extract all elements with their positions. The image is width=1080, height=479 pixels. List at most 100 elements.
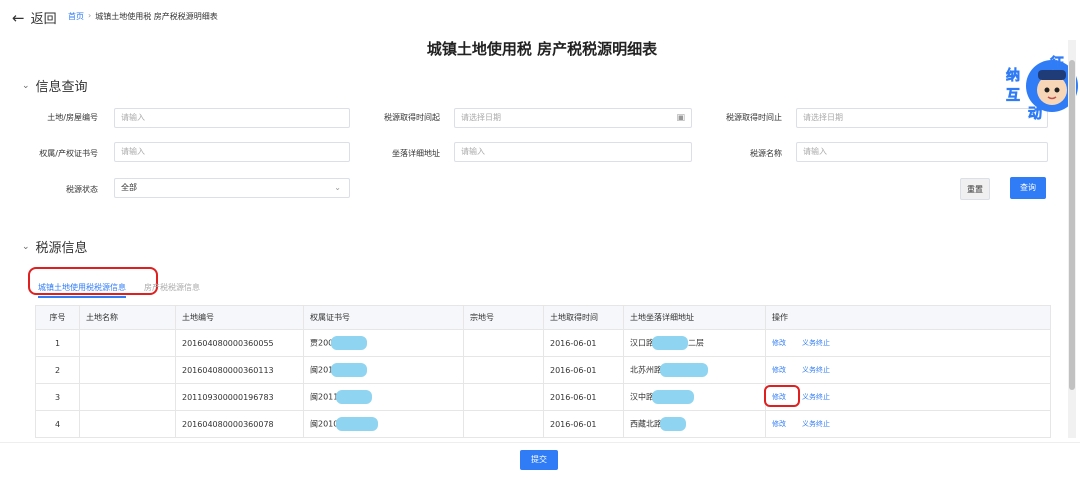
- top-bar: ← 返回 首页 › 城镇土地使用税 房产税税源明细表: [0, 0, 1080, 32]
- cell-address: 汉中路: [623, 383, 766, 411]
- tax-name-input[interactable]: 请输入: [796, 142, 1048, 162]
- cell-land-name: [79, 356, 176, 384]
- cell-date: 2016-06-01: [543, 410, 624, 438]
- arrow-left-icon: ←: [12, 8, 25, 27]
- tab-bar: 城镇土地使用税税源信息 房产税税源信息: [38, 278, 200, 298]
- start-date-picker[interactable]: 请选择日期 ▣: [454, 108, 692, 128]
- cell-actions: 修改 义务终止: [765, 356, 1051, 384]
- query-section-header[interactable]: ⌄ 信息查询: [22, 76, 88, 95]
- col-index: 序号: [35, 305, 80, 330]
- land-house-no-label: 土地/房屋编号: [47, 113, 98, 122]
- cell-actions: 修改 义务终止: [765, 410, 1051, 438]
- main-panel: 城镇土地使用税 房产税税源明细表 ⌄ 信息查询 土地/房屋编号 请输入 税源取得…: [18, 32, 1066, 442]
- col-acquire-date: 土地取得时间: [543, 305, 624, 330]
- info-section-header[interactable]: ⌄ 税源信息: [22, 237, 88, 256]
- mascot-icon: 征 纳 互 动: [1006, 55, 1078, 122]
- cell-cert-no: 闽2010: [303, 410, 464, 438]
- tax-name-label: 税源名称: [750, 149, 782, 158]
- cell-land-name: [79, 329, 176, 357]
- table-row: 2 201604080000360113 闽201 2016-06-01 北苏州…: [35, 356, 1051, 384]
- cell-plot-no: [463, 410, 544, 438]
- redacted-mask: [336, 390, 373, 404]
- mascot-char: 动: [1028, 105, 1042, 122]
- breadcrumb-home[interactable]: 首页: [68, 11, 84, 22]
- tax-source-table: 序号 土地名称 土地编号 权属证书号 宗地号 土地取得时间 土地坐落详细地址 操…: [35, 305, 1051, 438]
- edit-link[interactable]: 修改: [772, 366, 786, 374]
- mascot-char: 互: [1006, 88, 1020, 104]
- cell-actions: 修改 义务终止: [765, 329, 1051, 357]
- cell-land-name: [79, 410, 176, 438]
- cell-actions: 修改 义务终止: [765, 383, 1051, 411]
- cell-plot-no: [463, 329, 544, 357]
- cell-cert-no: 贾200: [303, 329, 464, 357]
- address-input[interactable]: 请输入: [454, 142, 692, 162]
- end-date-label: 税源取得时间止: [726, 113, 782, 122]
- cell-date: 2016-06-01: [543, 329, 624, 357]
- mascot-char: 征: [1050, 55, 1064, 72]
- mascot-badge[interactable]: 征 纳 互 动: [1002, 52, 1078, 124]
- redacted-mask: [652, 390, 694, 404]
- page-title: 城镇土地使用税 房产税税源明细表: [426, 40, 658, 58]
- redacted-mask: [660, 363, 708, 377]
- cell-date: 2016-06-01: [543, 356, 624, 384]
- redacted-mask: [336, 417, 379, 431]
- status-select[interactable]: 全部 ⌄: [114, 178, 350, 198]
- cell-index: 3: [35, 383, 80, 411]
- reset-button[interactable]: 重置: [960, 178, 990, 200]
- scrollbar-thumb[interactable]: [1069, 60, 1075, 390]
- status-label: 税源状态: [66, 185, 98, 194]
- edit-link[interactable]: 修改: [772, 420, 786, 428]
- col-cert-no: 权属证书号: [303, 305, 464, 330]
- submit-button[interactable]: 提交: [520, 450, 558, 470]
- table-row: 1 201604080000360055 贾200 2016-06-01 汉口路…: [35, 329, 1051, 357]
- address-label: 坐落详细地址: [392, 149, 440, 158]
- chevron-down-icon: ⌄: [22, 241, 30, 252]
- redacted-mask: [652, 336, 688, 350]
- back-button[interactable]: ← 返回: [12, 8, 57, 28]
- col-plot-no: 宗地号: [463, 305, 544, 330]
- cell-plot-no: [463, 383, 544, 411]
- terminate-link[interactable]: 义务终止: [802, 339, 830, 347]
- cell-address: 北苏州路: [623, 356, 766, 384]
- cell-index: 2: [35, 356, 80, 384]
- table-row: 4 201604080000360078 闽2010 2016-06-01 西藏…: [35, 410, 1051, 438]
- info-section-title: 税源信息: [35, 241, 88, 256]
- start-date-label: 税源取得时间起: [384, 113, 440, 122]
- query-section-title: 信息查询: [35, 80, 88, 95]
- query-button[interactable]: 查询: [1010, 177, 1046, 199]
- terminate-link[interactable]: 义务终止: [802, 420, 830, 428]
- col-address: 土地坐落详细地址: [623, 305, 766, 330]
- cell-date: 2016-06-01: [543, 383, 624, 411]
- redacted-mask: [660, 417, 686, 431]
- mascot-char: 纳: [1006, 67, 1020, 84]
- cell-cert-no: 闽201: [303, 356, 464, 384]
- terminate-link[interactable]: 义务终止: [802, 366, 830, 374]
- edit-highlight-annotation: [764, 385, 800, 407]
- back-label: 返回: [30, 12, 57, 27]
- table-header-row: 序号 土地名称 土地编号 权属证书号 宗地号 土地取得时间 土地坐落详细地址 操…: [35, 305, 1051, 330]
- cert-no-input[interactable]: 请输入: [114, 142, 350, 162]
- cell-index: 1: [35, 329, 80, 357]
- breadcrumb-current: 城镇土地使用税 房产税税源明细表: [95, 12, 218, 21]
- breadcrumb-separator-icon: ›: [88, 11, 92, 20]
- tab-land-use-tax[interactable]: 城镇土地使用税税源信息: [38, 278, 126, 298]
- table-row: 3 201109300000196783 闽2011 2016-06-01 汉中…: [35, 383, 1051, 411]
- tab-property-tax[interactable]: 房产税税源信息: [144, 278, 200, 298]
- cell-land-no: 201109300000196783: [175, 383, 304, 411]
- cell-cert-no: 闽2011: [303, 383, 464, 411]
- calendar-icon: ▣: [676, 113, 685, 123]
- cell-index: 4: [35, 410, 80, 438]
- breadcrumb: 首页 › 城镇土地使用税 房产税税源明细表: [68, 11, 218, 22]
- terminate-link[interactable]: 义务终止: [802, 393, 830, 401]
- land-house-no-input[interactable]: 请输入: [114, 108, 350, 128]
- cell-land-no: 201604080000360078: [175, 410, 304, 438]
- redacted-mask: [331, 363, 368, 377]
- cell-address: 汉口路 二层: [623, 329, 766, 357]
- cell-plot-no: [463, 356, 544, 384]
- cell-land-name: [79, 383, 176, 411]
- col-land-no: 土地编号: [175, 305, 304, 330]
- edit-link[interactable]: 修改: [772, 339, 786, 347]
- col-land-name: 土地名称: [79, 305, 176, 330]
- redacted-mask: [331, 336, 368, 350]
- cell-address: 西藏北路: [623, 410, 766, 438]
